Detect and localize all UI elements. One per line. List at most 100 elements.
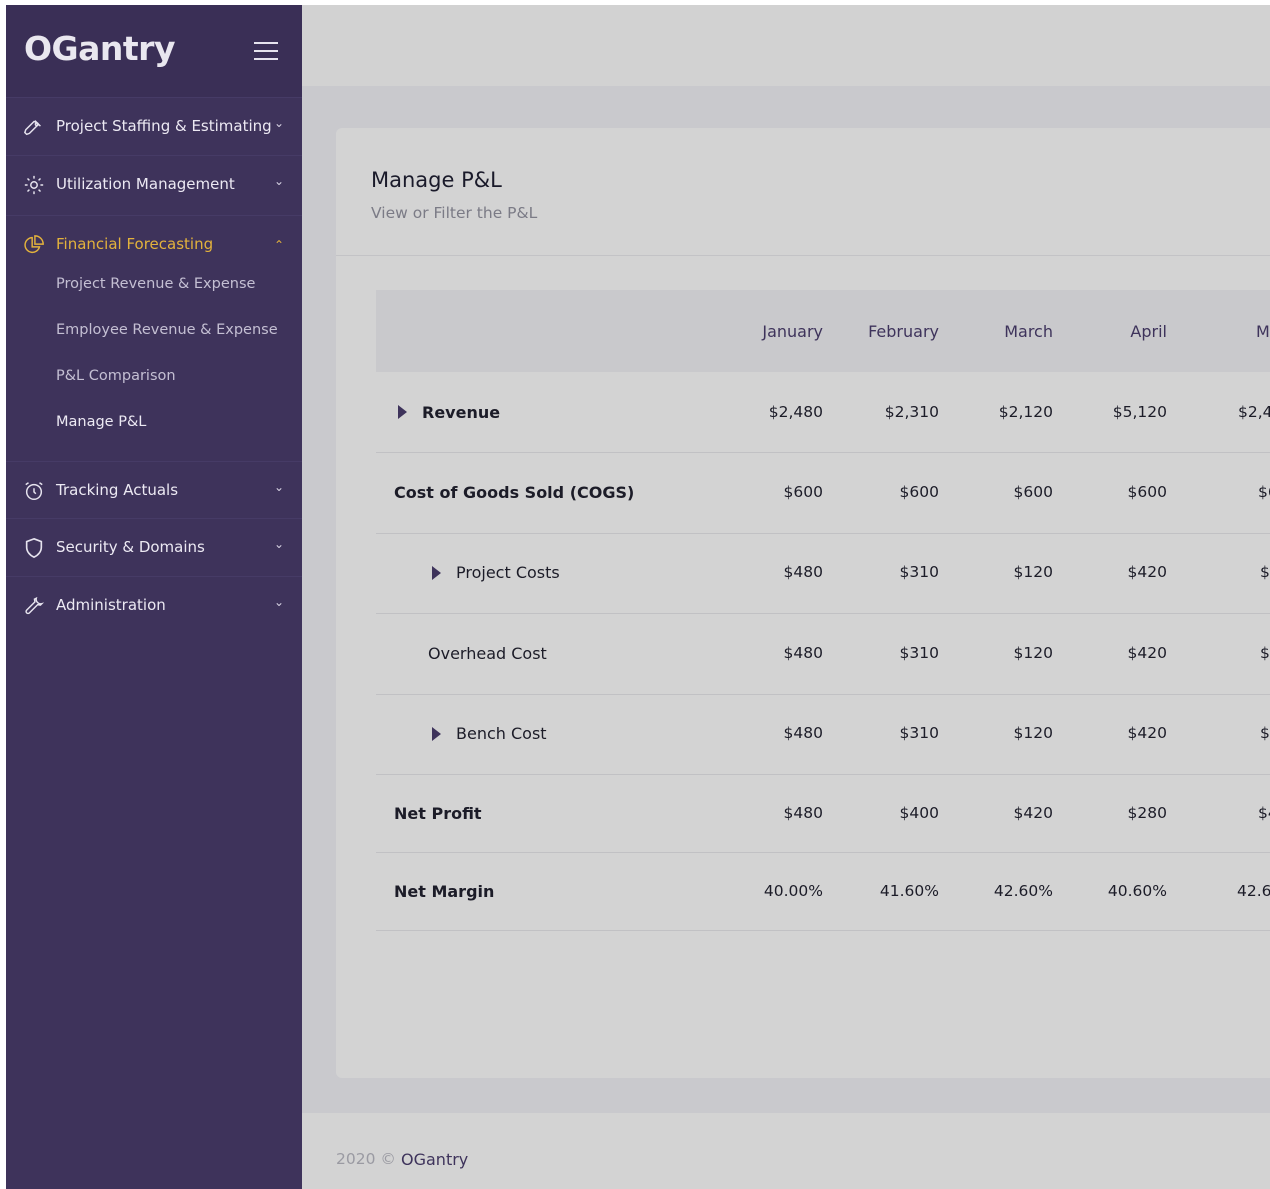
column-header-april: April [1130,322,1167,341]
row-label: Project Costs [456,563,560,582]
table-cell: 41.60% [879,882,939,900]
expand-caret-icon[interactable] [432,566,441,580]
table-row-project-costs[interactable]: Project Costs $480 $310 $120 $420 $1 [376,534,1270,614]
subnav-manage-pl[interactable]: Manage P&L [56,414,146,430]
row-label: Overhead Cost [428,644,547,663]
table-row-revenue[interactable]: Revenue $2,480 $2,310 $2,120 $5,120 $2,4 [376,372,1270,453]
chevron-down-icon: ⌄ [273,480,284,494]
nav-item-tracking-actuals[interactable]: Tracking Actuals ⌄ [6,461,302,519]
chevron-down-icon: ⌄ [273,174,284,188]
column-header-february: February [868,322,939,341]
wrench-icon [25,596,45,615]
table-cell: $120 [1013,563,1053,581]
table-cell: $120 [1013,644,1053,662]
table-cell: $600 [1013,483,1053,501]
card-header: Manage P&L View or Filter the P&L [336,128,1270,256]
table-cell: $4 [1258,804,1270,822]
column-header-march: March [1004,322,1053,341]
table-cell: $120 [1013,724,1053,742]
table-cell: $5,120 [1112,403,1167,421]
nav-item-administration[interactable]: Administration ⌄ [6,576,302,634]
app-logo[interactable]: OGantry [24,29,175,68]
table-cell: $310 [899,563,939,581]
table-cell: $400 [899,804,939,822]
table-cell: $1 [1260,644,1270,662]
nav-label: Administration [56,596,166,614]
chevron-down-icon: ⌄ [273,537,284,551]
table-cell: $420 [1127,644,1167,662]
table-cell: $2,480 [768,403,823,421]
nav-item-security-domains[interactable]: Security & Domains ⌄ [6,518,302,576]
table-row-net-margin: Net Margin 40.00% 41.60% 42.60% 40.60% 4… [376,853,1270,931]
table-cell: $480 [783,644,823,662]
nav-label: Tracking Actuals [56,481,179,499]
table-header: January February March April M [376,290,1270,372]
table-cell: $1 [1260,724,1270,742]
subnav-pl-comparison[interactable]: P&L Comparison [56,368,176,384]
nav-item-project-staffing[interactable]: Project Staffing & Estimating ⌄ [6,97,302,155]
table-cell: $480 [783,804,823,822]
row-label: Net Profit [394,804,482,823]
table-cell: $600 [1127,483,1167,501]
table-cell: $2,310 [884,403,939,421]
page-subtitle: View or Filter the P&L [371,204,538,222]
table-cell: $2,4 [1238,403,1270,421]
table-cell: 40.60% [1107,882,1167,900]
table-row-bench-cost[interactable]: Bench Cost $480 $310 $120 $420 $1 [376,695,1270,775]
expand-caret-icon[interactable] [432,727,441,741]
gear-icon [24,175,44,195]
table-row-overhead-cost: Overhead Cost $480 $310 $120 $420 $1 [376,614,1270,695]
chevron-up-icon: ⌃ [273,238,284,252]
hamburger-menu-icon[interactable] [254,42,278,60]
footer: 2020 © OGantry [302,1113,1270,1189]
chevron-down-icon: ⌄ [273,116,284,130]
sidebar: OGantry Project Staffing & Estimating ⌄ … [6,5,302,1189]
table-cell: $1 [1260,563,1270,581]
subnav-project-revenue-expense[interactable]: Project Revenue & Expense [56,276,255,292]
brand-bar: OGantry [6,5,302,97]
table-cell: $480 [783,724,823,742]
pl-card: Manage P&L View or Filter the P&L Januar… [336,128,1270,1078]
app-frame: OGantry Project Staffing & Estimating ⌄ … [6,5,1270,1189]
table-cell: $480 [783,563,823,581]
expand-caret-icon[interactable] [398,405,407,419]
shield-icon [25,537,43,559]
alarm-clock-icon [25,482,43,500]
table-cell: $420 [1127,563,1167,581]
nav-label: Project Staffing & Estimating [56,117,272,135]
column-header-may: M [1256,322,1270,341]
chevron-down-icon: ⌄ [273,595,284,609]
nav-item-utilization[interactable]: Utilization Management ⌄ [6,155,302,213]
table-cell: $420 [1127,724,1167,742]
nav-label: Utilization Management [56,175,235,193]
table-cell: $600 [783,483,823,501]
footer-copyright: 2020 © [336,1150,396,1168]
page-title: Manage P&L [371,168,502,192]
table-cell: $6 [1258,483,1270,501]
table-cell: $280 [1127,804,1167,822]
table-cell: $310 [899,644,939,662]
nav-label: Security & Domains [56,538,205,556]
nav-label: Financial Forecasting [56,235,214,253]
subnav-employee-revenue-expense[interactable]: Employee Revenue & Expense [56,322,278,338]
pie-chart-icon [24,235,44,253]
footer-brand-link[interactable]: OGantry [401,1150,468,1169]
pl-table: January February March April M Revenue $… [376,290,1270,931]
row-label: Cost of Goods Sold (COGS) [394,483,635,502]
row-label: Net Margin [394,882,495,901]
table-cell: $600 [899,483,939,501]
table-cell: 40.00% [763,882,823,900]
table-row-net-profit: Net Profit $480 $400 $420 $280 $4 [376,775,1270,853]
table-cell: 42.6 [1237,882,1270,900]
row-label: Bench Cost [456,724,547,743]
column-header-january: January [762,322,823,341]
row-label: Revenue [422,403,501,422]
table-cell: 42.60% [993,882,1053,900]
nav-item-financial-forecasting[interactable]: Financial Forecasting ⌃ [6,215,302,273]
top-header-bar [302,5,1270,86]
table-row-cogs: Cost of Goods Sold (COGS) $600 $600 $600… [376,453,1270,534]
table-cell: $2,120 [998,403,1053,421]
table-cell: $420 [1013,804,1053,822]
table-cell: $310 [899,724,939,742]
rocket-icon [23,120,41,136]
